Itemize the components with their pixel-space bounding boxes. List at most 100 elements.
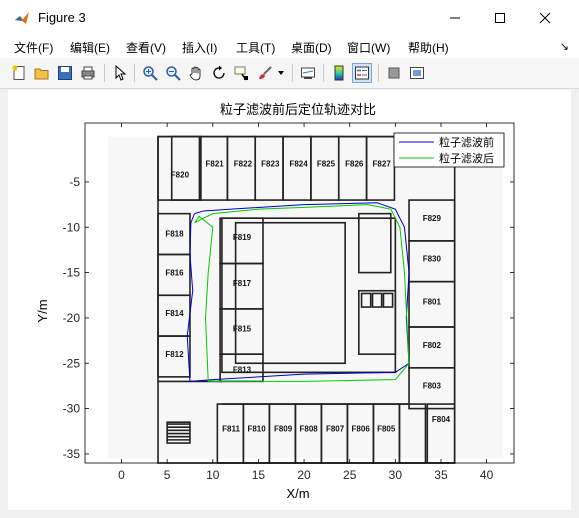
legend[interactable]: 粒子滤波前 粒子滤波后 (393, 132, 505, 168)
save-button[interactable] (55, 63, 75, 83)
brush-dropdown-icon (278, 71, 284, 75)
close-icon (539, 12, 551, 24)
x-tick-label: 30 (389, 468, 403, 482)
room-label: F827 (373, 160, 392, 169)
room-label: F818 (165, 229, 184, 238)
y-tick-label: -20 (63, 311, 81, 325)
room-label: F809 (274, 424, 293, 433)
y-tick-label: -30 (63, 402, 81, 416)
x-tick-label: 5 (164, 468, 171, 482)
menu-file[interactable]: 文件(F) (14, 39, 53, 56)
room-label: F825 (317, 160, 336, 169)
x-tick-label: 10 (206, 468, 220, 482)
y-axis-label: Y/m (35, 299, 50, 322)
link-plot-button[interactable] (298, 63, 318, 83)
toolbar-separator (378, 64, 379, 82)
chart-title: 粒子滤波前后定位轨迹对比 (220, 102, 376, 117)
close-button[interactable] (521, 0, 569, 36)
colorbar-icon (334, 65, 344, 81)
toolbar-separator (292, 64, 293, 82)
hide-plot-tools-button[interactable] (384, 63, 404, 83)
floor-plan-image (107, 135, 504, 464)
legend-label-after: 粒子滤波后 (439, 151, 494, 165)
y-tick-label: -25 (63, 356, 81, 370)
data-cursor-icon (234, 66, 248, 81)
show-plot-tools-button[interactable] (407, 63, 427, 83)
y-tick-label: -5 (69, 175, 80, 189)
room-label: F811 (222, 424, 240, 433)
legend-button[interactable] (352, 63, 372, 83)
room-label: F830 (423, 255, 442, 264)
x-tick-label: 25 (343, 468, 357, 482)
minimize-button[interactable] (431, 0, 479, 36)
window-title: Figure 3 (38, 10, 86, 25)
menu-insert[interactable]: 插入(I) (182, 39, 217, 56)
colorbar-button[interactable] (329, 63, 349, 83)
zoom-out-icon (166, 66, 181, 81)
room-label: F806 (352, 424, 371, 433)
print-button[interactable] (78, 63, 98, 83)
print-icon (81, 66, 95, 80)
data-cursor-button[interactable] (232, 63, 252, 83)
figure-canvas: F820F821F822F823F824F825F826F827F828F818… (8, 90, 571, 510)
menu-help[interactable]: 帮助(H) (408, 39, 449, 56)
x-tick-label: 0 (118, 468, 125, 482)
toolbar (0, 58, 579, 89)
floor-plan-frame (107, 136, 504, 459)
new-figure-icon (12, 65, 25, 80)
room-label: F810 (247, 424, 266, 433)
room-label: F813 (233, 365, 252, 374)
pan-icon (189, 66, 201, 81)
open-button[interactable] (32, 63, 52, 83)
brush-icon (259, 66, 272, 79)
toolbar-separator (104, 64, 105, 82)
room-label: F822 (234, 160, 253, 169)
x-tick-label: 40 (480, 468, 494, 482)
room-label: F814 (165, 309, 184, 318)
room-label: F804 (432, 415, 451, 424)
room-label: F805 (377, 424, 396, 433)
toolbar-separator (134, 64, 135, 82)
room-label: F807 (326, 424, 345, 433)
room-label: F816 (165, 268, 184, 277)
toolbar-separator (323, 64, 324, 82)
menu-tools[interactable]: 工具(T) (236, 39, 275, 56)
room-label: F823 (261, 160, 280, 169)
legend-icon (355, 66, 369, 80)
zoom-in-button[interactable] (140, 63, 160, 83)
matlab-logo-icon (15, 12, 29, 24)
room-label: F812 (165, 350, 184, 359)
x-tick-label: 20 (297, 468, 311, 482)
room-label: F824 (289, 160, 308, 169)
rotate-button[interactable] (209, 63, 229, 83)
pointer-button[interactable] (110, 63, 130, 83)
zoom-out-button[interactable] (163, 63, 183, 83)
minimize-icon (450, 17, 460, 19)
maximize-icon (495, 13, 505, 23)
maximize-button[interactable] (476, 0, 524, 36)
show-plot-tools-icon (410, 67, 424, 79)
y-tick-label: -15 (63, 266, 81, 280)
room-label: F821 (205, 160, 224, 169)
brush-button[interactable] (255, 63, 275, 83)
menu-bar: 文件(F) 编辑(E) 查看(V) 插入(I) 工具(T) 桌面(D) 窗口(W… (0, 36, 579, 58)
new-figure-button[interactable] (9, 63, 29, 83)
plot-svg: F820F821F822F823F824F825F826F827F828F818… (35, 102, 515, 501)
brush-dropdown-button[interactable] (276, 63, 286, 83)
menu-view[interactable]: 查看(V) (126, 39, 166, 56)
room-label: F819 (233, 233, 252, 242)
menu-window[interactable]: 窗口(W) (347, 39, 390, 56)
room-label: F815 (233, 325, 252, 334)
pointer-icon (115, 65, 127, 81)
dock-arrow-icon[interactable]: ↘ (560, 40, 569, 53)
room-label: F802 (423, 341, 442, 350)
room-label: F808 (300, 424, 319, 433)
menu-edit[interactable]: 编辑(E) (70, 39, 110, 56)
menu-desktop[interactable]: 桌面(D) (291, 39, 332, 56)
zoom-in-icon (143, 66, 158, 81)
room-label: F826 (345, 160, 364, 169)
room-label: F817 (233, 279, 252, 288)
room-label: F820 (171, 170, 190, 179)
pan-button[interactable] (186, 63, 206, 83)
room-label: F829 (423, 214, 442, 223)
